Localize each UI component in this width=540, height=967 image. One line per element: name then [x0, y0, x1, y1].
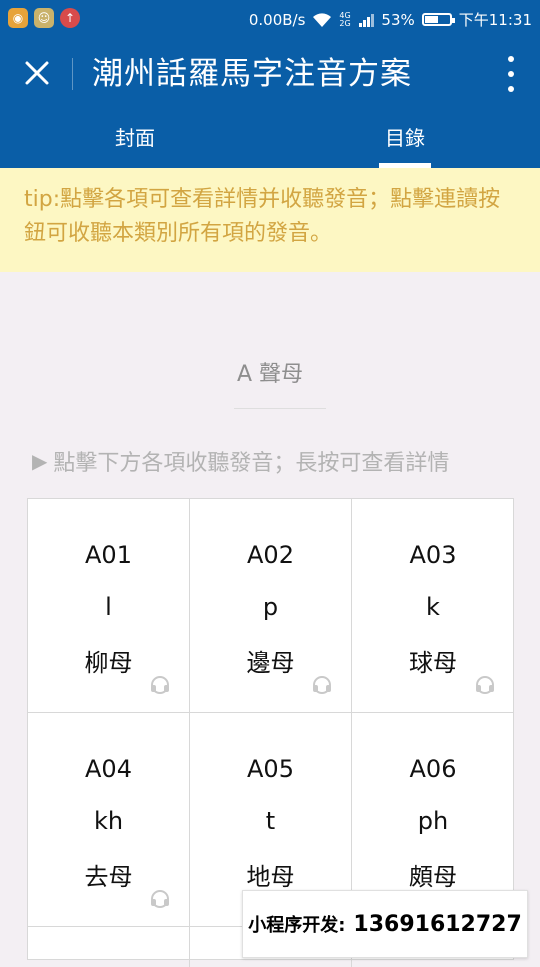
- network-type-label: 4G 2G: [339, 10, 351, 28]
- item-name: 地母: [246, 863, 295, 891]
- grid-item[interactable]: A03 k 球母: [352, 499, 514, 713]
- notification-icons: ◉ ☺ ↑: [8, 8, 80, 28]
- section-hint-text: 點擊下方各項收聽發音；長按可查看詳情: [53, 451, 450, 476]
- watermark-phone: 13691612727: [353, 911, 522, 937]
- app-bar: 潮州話羅馬字注音方案: [0, 38, 540, 110]
- signal-icon: [359, 13, 375, 27]
- battery-icon: [421, 13, 455, 26]
- close-button[interactable]: [18, 54, 56, 92]
- section-hint: ▶ 點擊下方各項收聽發音；長按可查看詳情: [32, 445, 449, 477]
- more-dot-icon: [508, 56, 514, 62]
- headphones-icon: [151, 890, 169, 908]
- item-romanization: p: [262, 593, 279, 621]
- item-code: A02: [247, 541, 294, 569]
- tab-catalog[interactable]: 目錄: [270, 110, 540, 168]
- status-bar: ◉ ☺ ↑ 0.00B/s 4G 2G 53% 下午11:31: [0, 0, 540, 38]
- item-code: A05: [247, 755, 294, 783]
- wifi-icon: [313, 12, 332, 27]
- section-divider: [234, 408, 326, 409]
- item-name: 球母: [409, 649, 457, 677]
- clock: 下午11:31: [458, 11, 532, 29]
- item-romanization: ph: [417, 807, 449, 835]
- item-romanization: t: [265, 807, 276, 835]
- more-dot-icon: [508, 86, 514, 92]
- grid-item[interactable]: A04 kh 去母: [28, 713, 190, 927]
- item-romanization: l: [105, 593, 112, 621]
- weibo-app-icon: ◉: [8, 8, 28, 28]
- item-romanization: k: [426, 593, 440, 621]
- game-app-icon: ☺: [34, 8, 54, 28]
- developer-watermark: 小程序开发: 13691612727: [242, 890, 528, 958]
- headphones-icon: [151, 676, 169, 694]
- status-indicators: 0.00B/s 4G 2G 53% 下午11:31: [249, 9, 532, 30]
- headphones-icon: [476, 676, 494, 694]
- section-title: A 聲母: [236, 362, 304, 387]
- item-name: 柳母: [84, 649, 133, 677]
- item-code: A01: [85, 541, 132, 569]
- upload-app-icon: ↑: [60, 8, 80, 28]
- close-icon: [25, 61, 49, 85]
- item-name: 頗母: [409, 863, 457, 891]
- grid-item-partial[interactable]: [28, 927, 190, 967]
- item-code: A04: [85, 755, 132, 783]
- title-divider: [72, 58, 73, 90]
- item-code: A03: [409, 541, 457, 569]
- battery-percent: 53%: [381, 10, 415, 29]
- network-speed: 0.00B/s: [248, 10, 306, 29]
- watermark-label: 小程序开发:: [248, 915, 346, 936]
- item-name: 邊母: [246, 649, 295, 677]
- headphones-icon: [313, 676, 331, 694]
- grid-item[interactable]: A02 p 邊母: [190, 499, 352, 713]
- play-arrow-icon: ▶: [32, 449, 48, 473]
- tab-bar: 封面 目錄: [0, 110, 540, 168]
- item-romanization: kh: [93, 807, 124, 835]
- page-title: 潮州話羅馬字注音方案: [92, 56, 412, 92]
- item-code: A06: [409, 755, 457, 783]
- tip-banner: tip:點擊各項可查看詳情并收聽發音；點擊連讀按鈕可收聽本類別所有項的發音。: [0, 168, 540, 272]
- more-menu-button[interactable]: [504, 56, 518, 92]
- item-name: 去母: [84, 863, 133, 891]
- more-dot-icon: [508, 71, 514, 77]
- grid-item[interactable]: A01 l 柳母: [28, 499, 190, 713]
- tab-cover[interactable]: 封面: [0, 110, 270, 168]
